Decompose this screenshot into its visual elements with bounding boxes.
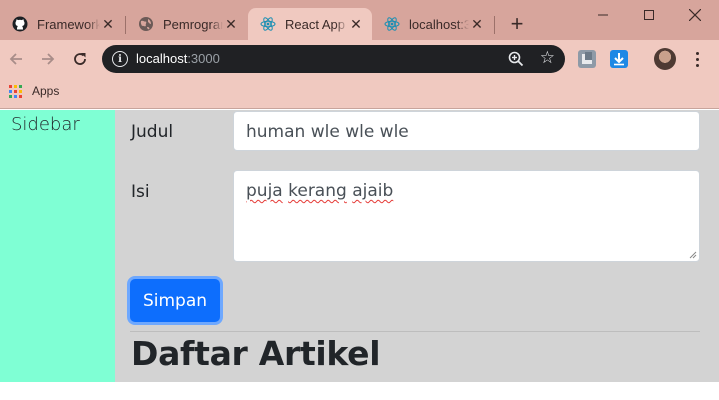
tab-framework[interactable]: Framework ✕ — [0, 8, 124, 40]
close-icon[interactable]: ✕ — [348, 16, 364, 32]
minimize-icon — [598, 14, 608, 16]
star-icon[interactable]: ☆ — [540, 48, 555, 68]
content-word: kerang — [288, 181, 347, 201]
tab-separator — [494, 16, 495, 34]
content-word: puja — [246, 181, 283, 201]
url-port: :3000 — [187, 51, 220, 66]
tab-label: React App — [285, 16, 345, 32]
maximize-button[interactable] — [626, 4, 672, 26]
zoom-icon[interactable] — [507, 50, 525, 68]
title-input[interactable]: human wle wle wle — [233, 111, 700, 151]
globe-icon — [138, 16, 154, 32]
extension-icon[interactable] — [578, 50, 596, 68]
browser-toolbar: i localhost:3000 ☆ — [0, 40, 719, 78]
info-icon[interactable]: i — [112, 51, 128, 67]
reload-icon — [74, 53, 86, 65]
tab-localhost[interactable]: localhost:3 ✕ — [372, 8, 493, 40]
article-list-heading: Daftar Artikel — [131, 334, 381, 373]
divider — [130, 331, 700, 332]
arrow-left-icon — [9, 53, 22, 65]
menu-button[interactable] — [688, 48, 706, 70]
tab-pemrograman[interactable]: Pemrogram ✕ — [126, 8, 247, 40]
browser-titlebar: Framework ✕ Pemrogram ✕ React App ✕ loca… — [0, 0, 719, 40]
close-icon[interactable]: ✕ — [469, 16, 485, 32]
github-icon — [12, 16, 28, 32]
bookmarks-bar: Apps — [0, 78, 719, 109]
apps-grid-icon — [9, 84, 22, 98]
url-text: localhost:3000 — [136, 51, 220, 66]
arrow-right-icon — [42, 53, 55, 65]
tab-label: localhost:3 — [409, 16, 469, 32]
window-close-button[interactable] — [672, 4, 718, 26]
profile-avatar[interactable] — [654, 48, 676, 70]
forward-button[interactable] — [35, 46, 61, 72]
close-icon — [689, 9, 701, 21]
minimize-button[interactable] — [580, 4, 626, 26]
back-button[interactable] — [3, 46, 29, 72]
new-tab-button[interactable]: + — [506, 11, 528, 36]
sidebar-title: Sidebar — [11, 114, 80, 135]
maximize-icon — [644, 10, 654, 20]
download-icon[interactable] — [610, 50, 628, 68]
tab-react-app[interactable]: React App ✕ — [248, 8, 372, 40]
content-word: ajaib — [352, 181, 394, 201]
tab-label: Pemrogram — [163, 16, 223, 32]
bookmark-apps[interactable]: Apps — [9, 84, 59, 98]
save-button[interactable]: Simpan — [130, 279, 220, 322]
url-host: localhost — [136, 51, 188, 66]
bookmark-label: Apps — [32, 84, 60, 98]
react-icon — [384, 16, 400, 32]
reload-button[interactable] — [67, 46, 93, 72]
page-content: Sidebar Judul human wle wle wle Isi puja… — [0, 110, 719, 382]
address-bar[interactable]: i localhost:3000 ☆ — [102, 45, 565, 73]
react-icon — [260, 16, 276, 32]
title-input-value: human wle wle wle — [246, 122, 409, 142]
resize-grip-icon[interactable] — [689, 251, 697, 259]
close-icon[interactable]: ✕ — [100, 16, 116, 32]
content-label: Isi — [131, 182, 150, 202]
close-icon[interactable]: ✕ — [223, 16, 239, 32]
tab-label: Framework — [37, 16, 100, 32]
content-textarea[interactable]: puja kerang ajaib — [233, 170, 700, 262]
title-label: Judul — [131, 122, 174, 142]
sidebar: Sidebar — [0, 110, 115, 382]
